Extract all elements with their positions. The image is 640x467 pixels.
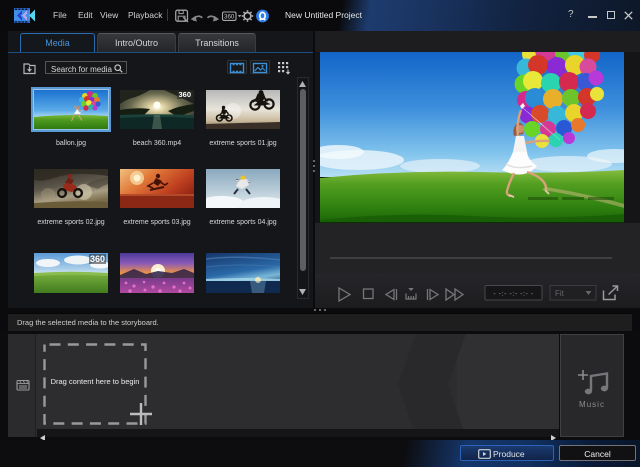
svg-text:360: 360 [224,14,235,21]
svg-text:Fit: Fit [555,289,565,298]
svg-text:- -:- -:- -:- -: - -:- -:- -:- - [493,289,534,298]
